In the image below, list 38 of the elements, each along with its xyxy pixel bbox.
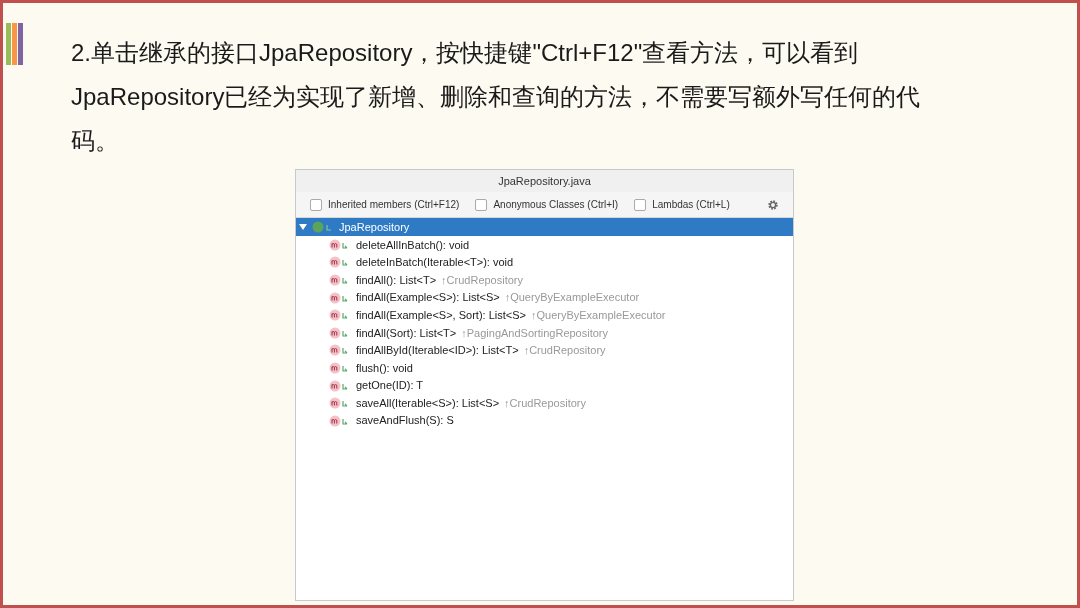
tree-root[interactable]: JpaRepository [296, 218, 793, 236]
method-item[interactable]: deleteInBatch(Iterable<T>): void [296, 253, 793, 272]
option-checkbox[interactable]: Lambdas (Ctrl+L) [634, 197, 730, 212]
method-item[interactable]: getOne(ID): T [296, 376, 793, 395]
method-signature: findAll(): List<T> [356, 272, 437, 288]
method-item[interactable]: saveAndFlush(S): S [296, 411, 793, 430]
method-signature: findAll(Example<S>): List<S> [356, 290, 500, 306]
method-signature: findAll(Example<S>, Sort): List<S> [356, 307, 526, 323]
option-checkbox[interactable]: Anonymous Classes (Ctrl+I) [475, 197, 619, 212]
method-signature: deleteInBatch(Iterable<T>): void [356, 255, 514, 271]
method-signature: saveAndFlush(S): S [356, 413, 454, 429]
method-item[interactable]: findAll(Sort): List<T> ↑PagingAndSortingRepository [296, 323, 793, 342]
method-item[interactable]: findAllById(Iterable<ID>): List<T> ↑CrudRepository [296, 341, 793, 360]
method-item[interactable]: findAll(): List<T> ↑CrudRepository [296, 271, 793, 289]
dialog-title: JpaRepository.java [296, 170, 793, 192]
method-item[interactable]: findAll(Example<S>, Sort): List<S> ↑QueryByExampleExecutor [296, 306, 793, 324]
method-signature: findAllById(Iterable<ID>): List<T> [356, 343, 519, 359]
settings-icon[interactable] [767, 198, 779, 211]
option-checkbox[interactable]: Inherited members (Ctrl+F12) [310, 197, 460, 212]
method-signature: saveAll(Iterable<S>): List<S> [356, 395, 500, 411]
inherited-from: ↑CrudRepository [504, 395, 586, 411]
interface-name: JpaRepository [339, 219, 410, 235]
inherited-from: ↑QueryByExampleExecutor [504, 290, 640, 306]
method-signature: flush(): void [356, 360, 413, 376]
inherited-from: ↑CrudRepository [523, 343, 606, 359]
slide-text: 2.单击继承的接口JpaRepository，按快捷键"Ctrl+F12"查看方法，可以看到JpaRepository已经为实现了新增、删除和查询的方法，不需要写额外写任何的代码。 [71, 38, 922, 156]
method-signature: findAll(Sort): List<T> [356, 325, 457, 341]
method-item[interactable]: deleteAllInBatch(): void [296, 236, 793, 254]
method-item[interactable]: findAll(Example<S>): List<S> ↑QueryByExampleExecutor [296, 288, 793, 307]
inherited-from: ↑QueryByExampleExecutor [530, 307, 666, 323]
expand-arrow-icon[interactable] [299, 223, 307, 231]
method-signature: getOne(ID): T [356, 378, 424, 394]
method-item[interactable]: saveAll(Iterable<S>): List<S> ↑CrudRepository [296, 394, 793, 412]
inherited-from: ↑PagingAndSortingRepository [461, 325, 609, 341]
inherited-from: ↑CrudRepository [441, 272, 523, 288]
method-item[interactable]: flush(): void [296, 359, 793, 377]
method-signature: deleteAllInBatch(): void [356, 237, 470, 253]
accent-bars-icon [6, 23, 24, 65]
